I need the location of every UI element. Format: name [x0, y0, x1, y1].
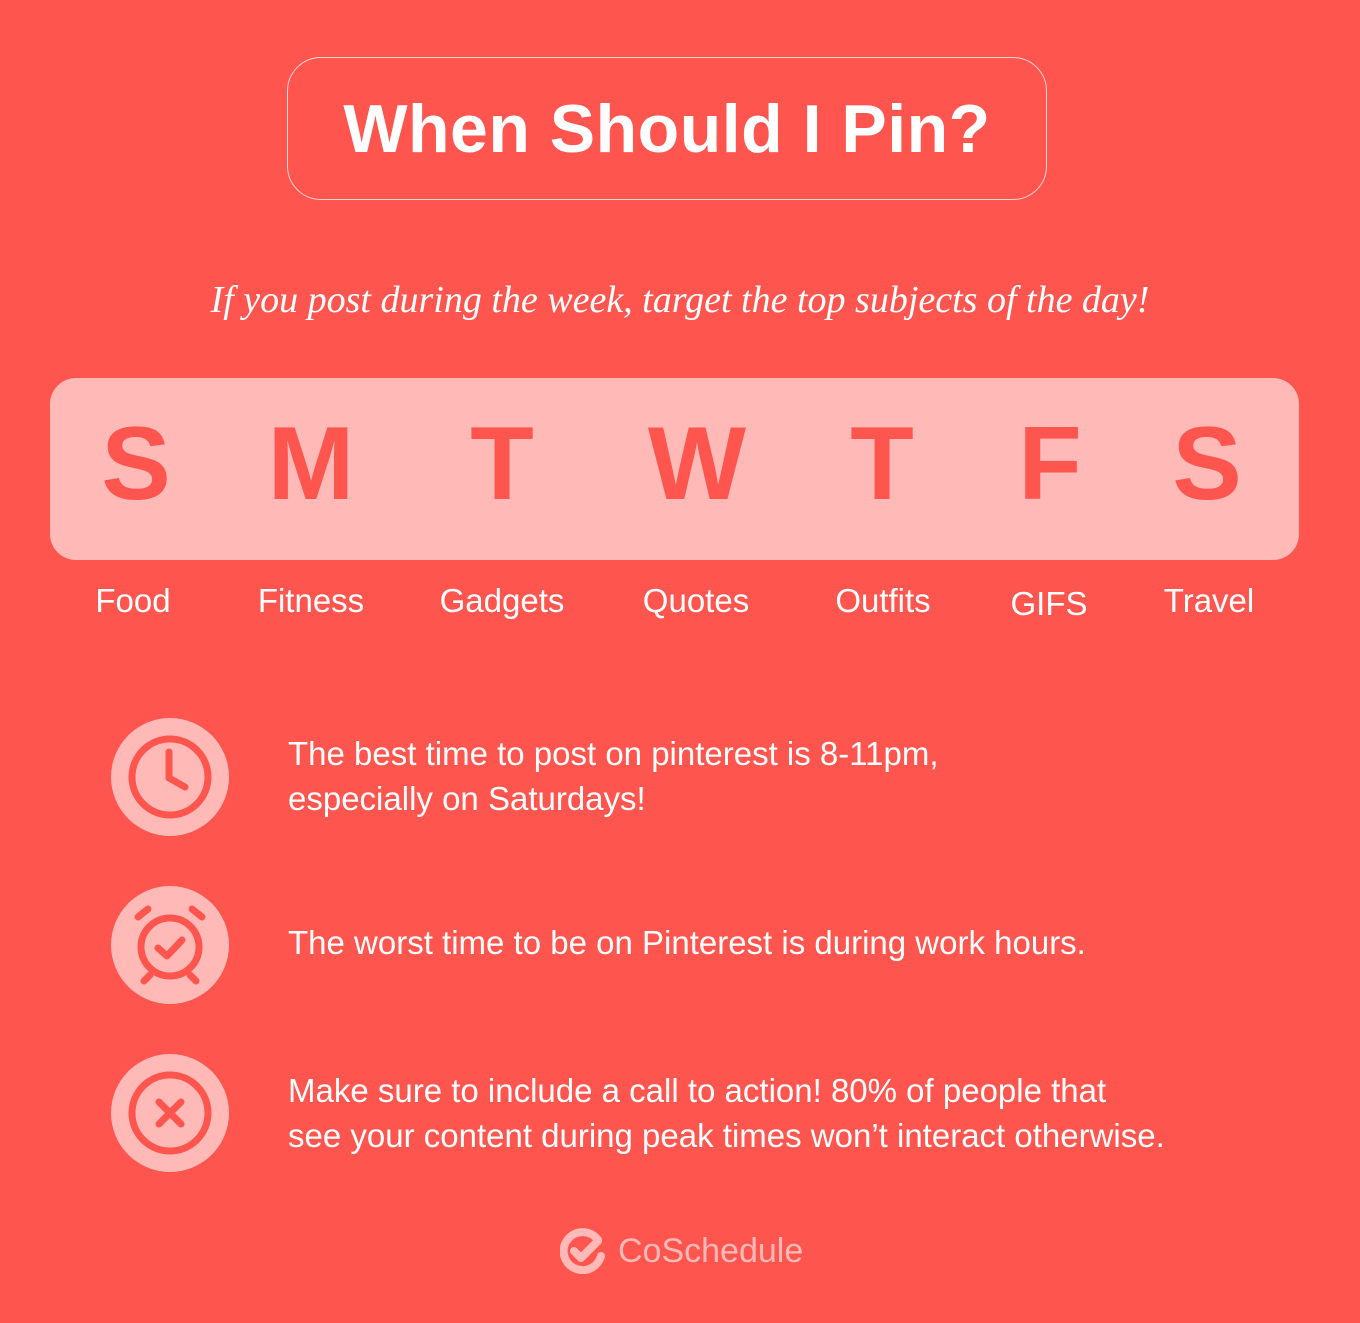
coschedule-check-logo-icon — [560, 1228, 605, 1274]
brand-name: CoSchedule — [618, 1231, 804, 1270]
brand-logo: CoSchedule — [560, 1228, 803, 1274]
tip-icon-badge — [111, 1054, 229, 1172]
day-letter: W — [647, 406, 747, 522]
day-letter: S — [1172, 406, 1242, 522]
day-topic: Outfits — [835, 582, 931, 619]
day-topic: Quotes — [642, 582, 750, 619]
tip-line: especially on Saturdays! — [288, 780, 646, 817]
title-box: When Should I Pin? — [287, 57, 1047, 200]
page-title: When Should I Pin? — [343, 90, 991, 167]
tip-text: The best time to post on pinterest is 8-… — [288, 731, 939, 821]
day-letter: S — [101, 406, 171, 522]
day-topic: Gadgets — [439, 582, 565, 619]
tip-text: Make sure to include a call to action! 8… — [288, 1068, 1165, 1158]
day-letter: F — [1018, 406, 1082, 522]
tip-icon-badge — [111, 718, 229, 836]
tip-line: The worst time to be on Pinterest is dur… — [288, 924, 1086, 961]
day-letter: T — [850, 406, 914, 522]
subtitle: If you post during the week, target the … — [210, 279, 1150, 321]
tip-line: see your content during peak times won’t… — [288, 1117, 1165, 1154]
clock-icon — [128, 735, 212, 819]
tip-icon-badge — [111, 886, 229, 1004]
tip-text: The worst time to be on Pinterest is dur… — [288, 920, 1086, 965]
tip-line: Make sure to include a call to action! 8… — [288, 1072, 1107, 1109]
day-letter: T — [470, 406, 534, 522]
day-topic: Travel — [1163, 582, 1255, 619]
tip-line: The best time to post on pinterest is 8-… — [288, 735, 939, 772]
x-circle-icon — [128, 1071, 212, 1155]
day-letter: M — [267, 406, 355, 522]
day-topic: GIFS — [1010, 585, 1088, 622]
day-topic: Food — [95, 582, 171, 619]
alarm-clock-check-icon — [134, 905, 206, 985]
day-topic: Fitness — [257, 582, 365, 619]
